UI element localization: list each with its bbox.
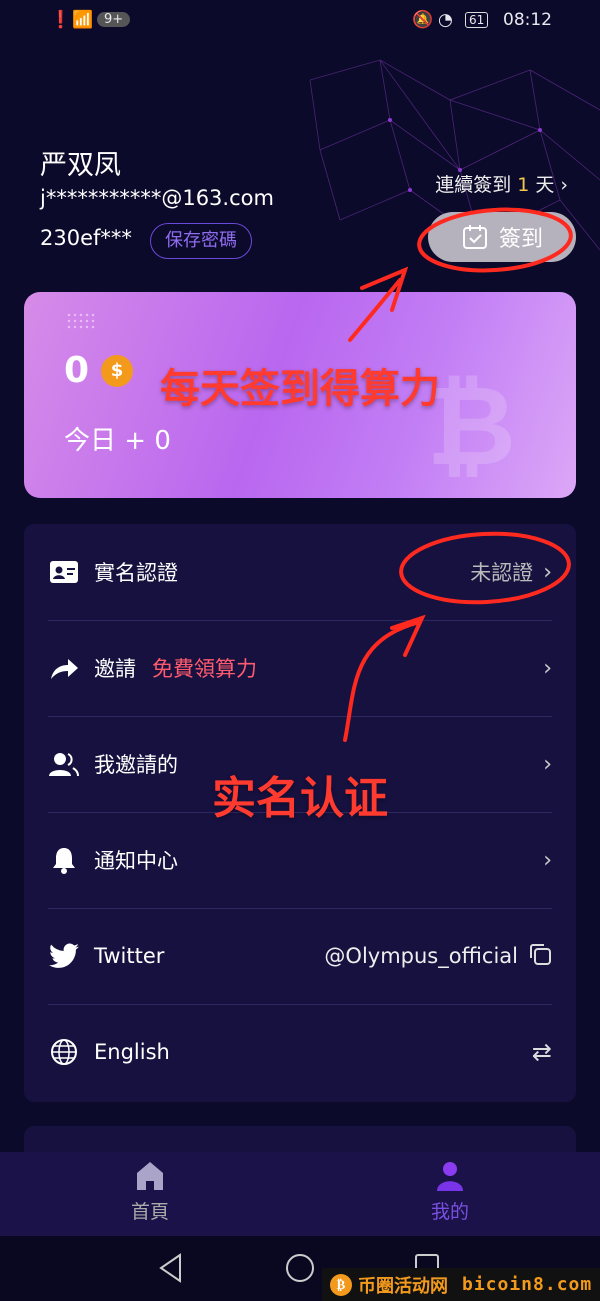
annotation-checkin-note: 每天签到得算力	[160, 366, 440, 412]
annotation-strokes	[343, 207, 573, 742]
annotation-verify-note: 实名认证	[212, 773, 388, 824]
